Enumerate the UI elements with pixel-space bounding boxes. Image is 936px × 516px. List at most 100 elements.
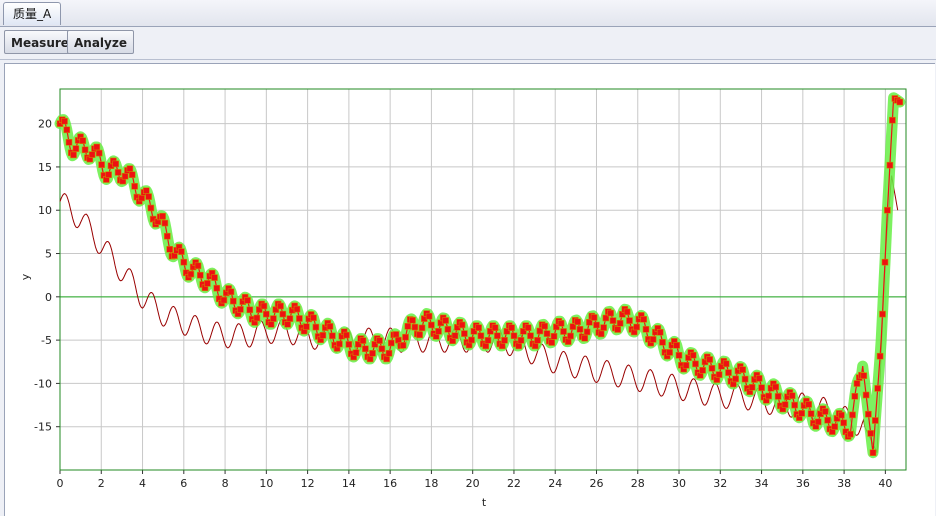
main-series-point[interactable]	[715, 371, 723, 378]
main-series-point[interactable]	[772, 383, 780, 391]
main-series-point[interactable]	[508, 324, 515, 332]
main-series-point[interactable]	[699, 366, 706, 374]
main-series-point[interactable]	[402, 333, 409, 341]
main-series-point[interactable]	[851, 392, 859, 400]
main-series-point[interactable]	[607, 309, 614, 317]
main-series-point[interactable]	[159, 212, 166, 220]
main-series-point[interactable]	[541, 322, 548, 330]
main-series-point[interactable]	[659, 338, 666, 346]
main-series-point[interactable]	[543, 330, 551, 337]
main-series-point[interactable]	[336, 340, 343, 348]
main-series-point[interactable]	[616, 319, 624, 327]
main-series-point[interactable]	[244, 297, 251, 304]
main-series-point[interactable]	[145, 193, 152, 200]
main-series-point[interactable]	[491, 324, 499, 332]
main-series-point[interactable]	[840, 419, 847, 427]
main-series-point[interactable]	[72, 145, 80, 152]
main-series-point[interactable]	[831, 423, 839, 430]
main-series-point[interactable]	[874, 385, 882, 392]
main-series-point[interactable]	[564, 338, 572, 345]
main-series-point[interactable]	[310, 314, 317, 322]
main-series-point[interactable]	[788, 392, 796, 400]
main-series-point[interactable]	[865, 410, 872, 418]
main-series-point[interactable]	[293, 305, 301, 313]
main-series-point[interactable]	[557, 319, 565, 327]
main-series-point[interactable]	[435, 327, 442, 335]
main-series-point[interactable]	[253, 314, 261, 322]
main-series-point[interactable]	[428, 321, 435, 329]
main-series-point[interactable]	[237, 306, 244, 313]
main-series-point[interactable]	[147, 204, 155, 212]
main-series-point[interactable]	[524, 324, 532, 332]
main-series-point[interactable]	[409, 316, 416, 324]
main-series-point[interactable]	[626, 317, 633, 324]
main-series-point[interactable]	[510, 332, 518, 340]
main-series-point[interactable]	[689, 351, 697, 359]
main-series-point[interactable]	[649, 336, 657, 343]
main-series-point[interactable]	[286, 315, 294, 322]
main-series-point[interactable]	[197, 271, 204, 279]
main-series-point[interactable]	[220, 296, 228, 304]
main-series-point[interactable]	[194, 262, 202, 270]
main-series-point[interactable]	[213, 284, 221, 292]
main-series-point[interactable]	[550, 332, 558, 340]
main-series-point[interactable]	[211, 274, 218, 281]
main-series-point[interactable]	[378, 345, 386, 353]
main-series-point[interactable]	[583, 328, 591, 336]
main-series-point[interactable]	[501, 336, 508, 344]
main-series-point[interactable]	[279, 310, 287, 318]
main-series-point[interactable]	[227, 288, 235, 296]
main-series-point[interactable]	[824, 416, 831, 424]
main-series-point[interactable]	[451, 332, 459, 340]
main-series-point[interactable]	[706, 356, 714, 363]
main-series-point[interactable]	[838, 411, 845, 419]
main-series-point[interactable]	[498, 342, 506, 350]
main-series-point[interactable]	[725, 369, 732, 376]
main-series-point[interactable]	[755, 375, 763, 382]
main-series-point[interactable]	[352, 349, 360, 357]
main-series-point[interactable]	[597, 330, 605, 338]
main-series-point[interactable]	[879, 310, 886, 318]
main-series-point[interactable]	[869, 449, 877, 457]
main-series-point[interactable]	[849, 411, 856, 419]
main-series-point[interactable]	[531, 342, 539, 350]
main-series-point[interactable]	[369, 349, 376, 357]
main-series-point[interactable]	[366, 355, 374, 363]
main-series-point[interactable]	[121, 172, 129, 180]
main-series-point[interactable]	[79, 137, 87, 144]
main-series-point[interactable]	[187, 270, 195, 278]
main-series-point[interactable]	[871, 417, 879, 424]
main-series-point[interactable]	[296, 315, 303, 322]
main-series-point[interactable]	[515, 342, 523, 350]
main-series-point[interactable]	[404, 322, 412, 330]
main-series-point[interactable]	[345, 341, 353, 348]
main-series-point[interactable]	[867, 430, 875, 437]
main-series-point[interactable]	[399, 341, 407, 349]
main-series-point[interactable]	[114, 169, 122, 176]
main-series-point[interactable]	[376, 337, 383, 344]
main-series-point[interactable]	[63, 126, 71, 134]
main-series-point[interactable]	[105, 171, 112, 178]
main-series-point[interactable]	[805, 401, 813, 408]
main-series-point[interactable]	[143, 187, 150, 194]
main-series-point[interactable]	[876, 352, 884, 360]
main-series-point[interactable]	[741, 375, 749, 383]
main-series-point[interactable]	[418, 324, 426, 332]
main-series-point[interactable]	[260, 302, 268, 310]
main-series-point[interactable]	[383, 355, 390, 363]
main-series-point[interactable]	[581, 334, 589, 342]
main-series-point[interactable]	[758, 384, 765, 392]
main-series-point[interactable]	[814, 418, 822, 426]
main-series-point[interactable]	[477, 332, 485, 340]
main-series-point[interactable]	[319, 331, 327, 339]
main-series-point[interactable]	[326, 323, 334, 330]
main-series-point[interactable]	[204, 280, 211, 287]
main-series-point[interactable]	[411, 323, 419, 331]
main-series-point[interactable]	[267, 320, 275, 328]
main-series-point[interactable]	[862, 391, 870, 399]
main-series-point[interactable]	[675, 351, 683, 359]
main-series-point[interactable]	[93, 143, 101, 151]
main-series-point[interactable]	[517, 336, 525, 344]
main-series-point[interactable]	[112, 160, 119, 168]
main-series-point[interactable]	[387, 339, 395, 347]
